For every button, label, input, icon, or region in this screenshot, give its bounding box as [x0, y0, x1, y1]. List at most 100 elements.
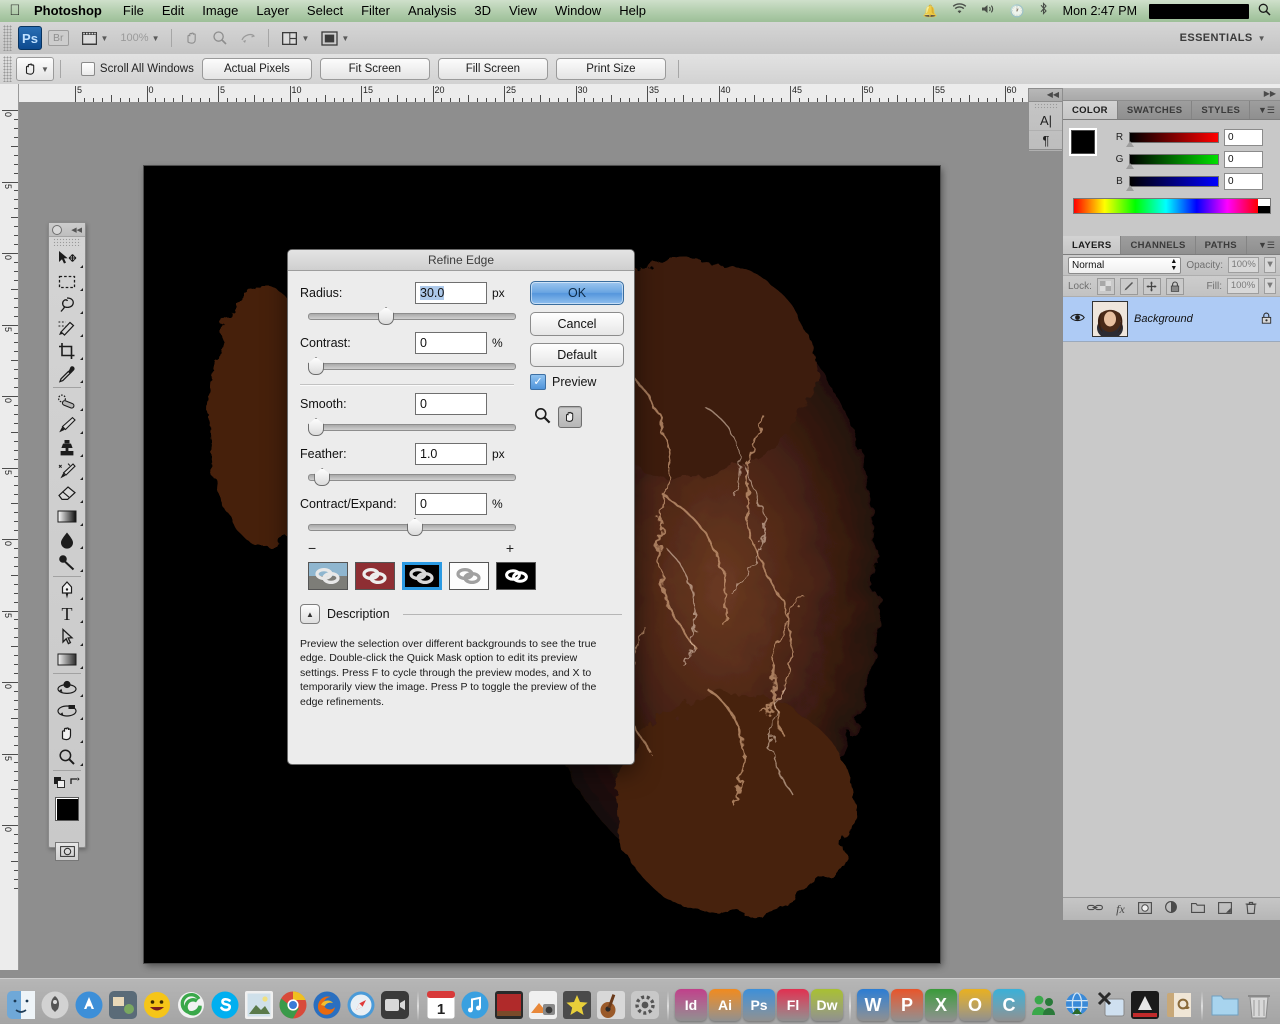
notification-bell-icon[interactable]: 🔔 [916, 0, 945, 22]
workspace-switcher[interactable]: ESSENTIALS ▼ [1180, 32, 1280, 44]
hand-tool-icon[interactable] [558, 406, 582, 428]
dock-item-imovie[interactable] [561, 989, 593, 1021]
contract-expand-input[interactable]: 0 [415, 493, 487, 515]
standard-preview-mode[interactable] [308, 562, 348, 590]
color-spectrum-ramp[interactable] [1073, 198, 1271, 214]
hand-tool-icon[interactable] [178, 25, 206, 51]
apple-menu-icon[interactable]:  [0, 3, 30, 20]
clone-stamp-tool[interactable] [49, 436, 85, 459]
3d-camera-rotate-tool[interactable] [49, 699, 85, 722]
screen-mode-button[interactable]: ▼ [315, 25, 355, 51]
dock-item-system-settings[interactable] [629, 989, 661, 1021]
on-black-preview-mode[interactable] [402, 562, 442, 590]
tools-drag-grip[interactable] [53, 238, 81, 246]
dock-item-launchpad[interactable] [39, 989, 71, 1021]
actual-pixels-button[interactable]: Actual Pixels [201, 58, 312, 80]
vertical-ruler[interactable]: 0 5 0 5 0 5 0 5 0 5 0 [0, 84, 19, 970]
dock-item-downloads-folder[interactable] [1209, 989, 1241, 1021]
lock-transparency-icon[interactable] [1096, 277, 1115, 295]
dock-item-address-book[interactable] [1163, 989, 1195, 1021]
dock-item-adobe-acrobat[interactable] [1129, 989, 1161, 1021]
menu-item-help[interactable]: Help [610, 0, 655, 22]
feather-input[interactable]: 1.0 [415, 443, 487, 465]
fit-screen-button[interactable]: Fit Screen [319, 58, 430, 80]
dock-item-dreamweaver[interactable]: Dw [811, 989, 843, 1021]
dock-item-indesign[interactable]: Id [675, 989, 707, 1021]
channel-slider-b[interactable] [1126, 175, 1219, 191]
smooth-slider[interactable] [308, 416, 516, 438]
radius-input[interactable]: 30.0 [415, 282, 487, 304]
channel-value-b[interactable]: 0 [1224, 172, 1263, 190]
tab-styles[interactable]: STYLES [1192, 101, 1251, 119]
layer-style-fx-icon[interactable]: fx [1116, 902, 1125, 917]
preview-option[interactable]: ✓ Preview [530, 374, 622, 390]
appbar-drag-grip[interactable] [3, 25, 12, 51]
zoom-tool[interactable] [49, 745, 85, 768]
zoom-level-dropdown[interactable]: 100% ▼ [114, 25, 165, 51]
feather-slider-knob[interactable] [314, 468, 331, 486]
layers-panel-tabs[interactable]: LAYERS CHANNELS PATHS ▼☰ [1063, 236, 1280, 255]
fill-screen-button[interactable]: Fill Screen [437, 58, 548, 80]
dock-collapse-icon[interactable]: ▶▶ [1063, 88, 1280, 101]
dock-item-skype[interactable] [209, 989, 241, 1021]
menu-item-layer[interactable]: Layer [247, 0, 298, 22]
dock-item-yahoo-messenger[interactable] [141, 989, 173, 1021]
wifi-icon[interactable] [945, 0, 974, 22]
dock-item-facetime[interactable] [379, 989, 411, 1021]
character-panel-icon[interactable]: A| [1029, 111, 1063, 131]
bluetooth-icon[interactable] [1032, 0, 1055, 22]
tools-palette[interactable]: ◀◀ T [48, 222, 89, 861]
dock-item-microsoft-excel[interactable]: X [925, 989, 957, 1021]
paragraph-panel-icon[interactable]: ¶ [1029, 131, 1063, 151]
dock-item-microsoft-word[interactable]: W [857, 989, 889, 1021]
tab-channels[interactable]: CHANNELS [1121, 236, 1196, 254]
zoom-tool-icon[interactable] [534, 407, 551, 428]
new-layer-icon[interactable] [1217, 901, 1232, 917]
lock-image-icon[interactable] [1119, 277, 1138, 295]
dock-item-garageband[interactable] [595, 989, 627, 1021]
color-panel-swatches[interactable] [1071, 130, 1107, 166]
new-group-icon[interactable] [1190, 902, 1205, 916]
launch-bridge-button[interactable]: Br [42, 25, 75, 51]
tab-layers[interactable]: LAYERS [1063, 236, 1122, 254]
channel-knob-g[interactable] [1126, 162, 1134, 169]
quick-mask-mode-toggle[interactable] [49, 839, 85, 863]
contract-expand-slider[interactable] [308, 516, 516, 538]
dock-item-trash[interactable] [1243, 989, 1275, 1021]
crop-tool[interactable] [49, 339, 85, 362]
path-selection-tool[interactable] [49, 625, 85, 648]
menu-item-select[interactable]: Select [298, 0, 352, 22]
menu-item-edit[interactable]: Edit [153, 0, 193, 22]
dock-item-x11[interactable] [1095, 989, 1127, 1021]
menubar-clock[interactable]: Mon 2:47 PM [1055, 4, 1145, 18]
dock-item-keynote[interactable] [493, 989, 525, 1021]
color-panel-tabs[interactable]: COLOR SWATCHES STYLES ▼☰ [1063, 101, 1280, 120]
dock-item-google-chrome[interactable] [277, 989, 309, 1021]
volume-icon[interactable] [974, 0, 1003, 22]
collapse-triangle-icon[interactable]: ▲ [300, 604, 320, 624]
layer-row-background[interactable]: Background [1063, 297, 1280, 342]
menu-item-analysis[interactable]: Analysis [399, 0, 465, 22]
foreground-color-swatch[interactable] [55, 797, 79, 821]
dock-item-finder[interactable] [5, 989, 37, 1021]
dock-item-app-store[interactable] [73, 989, 105, 1021]
cancel-button[interactable]: Cancel [530, 312, 624, 336]
opacity-value[interactable]: 100% [1228, 257, 1260, 273]
dock-item-download-manager[interactable] [1061, 989, 1093, 1021]
dock-item-messenger[interactable] [175, 989, 207, 1021]
default-button[interactable]: Default [530, 343, 624, 367]
foreground-background-color[interactable] [49, 795, 89, 837]
mini-bridge-button[interactable]: ▼ [75, 25, 115, 51]
dock-item-msn-messenger[interactable] [1027, 989, 1059, 1021]
preview-checkbox[interactable]: ✓ [530, 374, 546, 390]
brush-tool[interactable] [49, 413, 85, 436]
contract-expand-slider-knob[interactable] [406, 518, 423, 536]
channel-slider-g[interactable] [1126, 153, 1219, 169]
rotate-view-icon[interactable] [234, 25, 262, 51]
dock-item-microsoft-entourage[interactable]: C [993, 989, 1025, 1021]
layer-name[interactable]: Background [1134, 313, 1255, 325]
lock-position-icon[interactable] [1142, 277, 1161, 295]
feather-slider[interactable] [308, 466, 516, 488]
menu-app-name[interactable]: Photoshop [30, 0, 114, 22]
menu-item-3d[interactable]: 3D [465, 0, 500, 22]
